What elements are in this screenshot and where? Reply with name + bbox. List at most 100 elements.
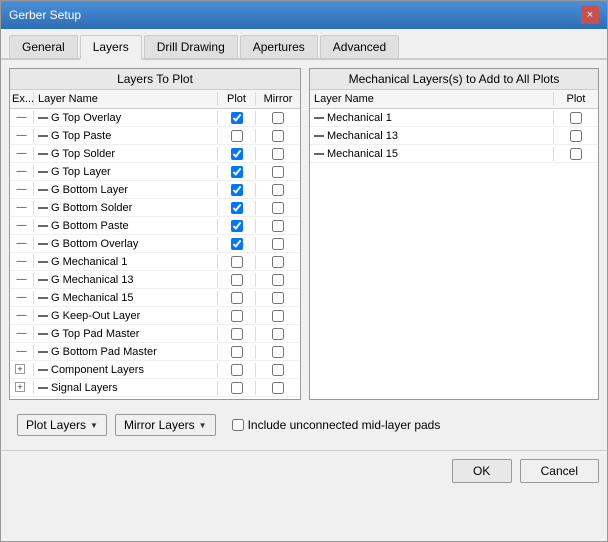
table-row[interactable]: —G Bottom Overlay <box>10 235 300 253</box>
mirror-checkbox[interactable] <box>272 256 284 268</box>
plot-checkbox[interactable] <box>231 148 243 160</box>
plot-checkbox[interactable] <box>231 274 243 286</box>
tab-general[interactable]: General <box>9 35 78 58</box>
table-row[interactable]: +Component Layers <box>10 361 300 379</box>
table-row[interactable]: —G Mechanical 13 <box>10 271 300 289</box>
mirror-checkbox[interactable] <box>272 148 284 160</box>
mirror-layers-button[interactable]: Mirror Layers ▼ <box>115 414 216 436</box>
mirror-layers-label: Mirror Layers <box>124 418 195 432</box>
table-row[interactable]: +Signal Layers <box>10 379 300 397</box>
left-panel: Layers To Plot Ex... Layer Name Plot Mir… <box>9 68 301 400</box>
tab-apertures[interactable]: Apertures <box>240 35 318 58</box>
left-col-headers: Ex... Layer Name Plot Mirror <box>10 90 300 109</box>
mirror-checkbox[interactable] <box>272 220 284 232</box>
plot-checkbox[interactable] <box>231 112 243 124</box>
expand-icon[interactable]: + <box>15 364 25 374</box>
right-panel-header: Mechanical Layers(s) to Add to All Plots <box>310 69 598 90</box>
mechanical-plot-checkbox[interactable] <box>570 130 582 142</box>
mirror-checkbox[interactable] <box>272 238 284 250</box>
right-col-plot-header: Plot <box>554 92 598 106</box>
layers-list: —G Top Overlay—G Top Paste—G Top Solder—… <box>10 109 300 399</box>
plot-checkbox[interactable] <box>231 238 243 250</box>
gerber-setup-dialog: Gerber Setup × General Layers Drill Draw… <box>0 0 608 542</box>
include-unconnected-label[interactable]: Include unconnected mid-layer pads <box>232 418 441 432</box>
plot-layers-arrow-icon: ▼ <box>90 421 98 430</box>
table-row[interactable]: —G Mechanical 1 <box>10 253 300 271</box>
layer-dash-icon <box>38 207 48 209</box>
table-row[interactable]: —G Bottom Layer <box>10 181 300 199</box>
layer-dash-icon <box>38 261 48 263</box>
plot-checkbox[interactable] <box>231 382 243 394</box>
layer-dash-icon <box>314 135 324 137</box>
mechanical-plot-checkbox[interactable] <box>570 148 582 160</box>
mechanical-layers-list: Mechanical 1Mechanical 13Mechanical 15 <box>310 109 598 163</box>
table-row[interactable]: —G Top Paste <box>10 127 300 145</box>
mechanical-plot-checkbox[interactable] <box>570 112 582 124</box>
col-ex-header: Ex... <box>10 92 34 106</box>
mirror-checkbox[interactable] <box>272 112 284 124</box>
title-bar: Gerber Setup × <box>1 1 607 29</box>
tab-drill-drawing[interactable]: Drill Drawing <box>144 35 238 58</box>
plot-checkbox[interactable] <box>231 328 243 340</box>
mirror-checkbox[interactable] <box>272 184 284 196</box>
table-row[interactable]: Mechanical 15 <box>310 145 598 163</box>
plot-checkbox[interactable] <box>231 220 243 232</box>
table-row[interactable]: —G Top Layer <box>10 163 300 181</box>
left-panel-header: Layers To Plot <box>10 69 300 90</box>
include-unconnected-checkbox[interactable] <box>232 419 244 431</box>
ok-button[interactable]: OK <box>452 459 512 483</box>
table-row[interactable]: —G Top Overlay <box>10 109 300 127</box>
mirror-checkbox[interactable] <box>272 364 284 376</box>
mirror-checkbox[interactable] <box>272 130 284 142</box>
table-row[interactable]: —G Keep-Out Layer <box>10 307 300 325</box>
layer-dash-icon <box>314 153 324 155</box>
right-col-headers: Layer Name Plot <box>310 90 598 109</box>
plot-layers-label: Plot Layers <box>26 418 86 432</box>
tab-advanced[interactable]: Advanced <box>320 35 399 58</box>
plot-checkbox[interactable] <box>231 310 243 322</box>
table-row[interactable]: —G Top Pad Master <box>10 325 300 343</box>
mirror-checkbox[interactable] <box>272 166 284 178</box>
table-row[interactable]: —G Top Solder <box>10 145 300 163</box>
plot-checkbox[interactable] <box>231 364 243 376</box>
mirror-layers-arrow-icon: ▼ <box>199 421 207 430</box>
mirror-checkbox[interactable] <box>272 202 284 214</box>
layer-dash-icon <box>38 171 48 173</box>
tab-bar: General Layers Drill Drawing Apertures A… <box>1 29 607 60</box>
layer-dash-icon <box>38 135 48 137</box>
table-row[interactable]: —G Mechanical 15 <box>10 289 300 307</box>
table-row[interactable]: Mechanical 13 <box>310 127 598 145</box>
plot-checkbox[interactable] <box>231 292 243 304</box>
plot-layers-button[interactable]: Plot Layers ▼ <box>17 414 107 436</box>
table-row[interactable]: +Electrical Layers <box>10 397 300 399</box>
plot-checkbox[interactable] <box>231 202 243 214</box>
col-name-header: Layer Name <box>34 92 218 106</box>
table-row[interactable]: —G Bottom Pad Master <box>10 343 300 361</box>
plot-checkbox[interactable] <box>231 256 243 268</box>
cancel-button[interactable]: Cancel <box>520 459 599 483</box>
mirror-checkbox[interactable] <box>272 382 284 394</box>
layer-dash-icon <box>38 243 48 245</box>
layer-dash-icon <box>38 117 48 119</box>
plot-checkbox[interactable] <box>231 346 243 358</box>
window-title: Gerber Setup <box>9 8 81 22</box>
expand-icon[interactable]: + <box>15 382 25 392</box>
table-row[interactable]: Mechanical 1 <box>310 109 598 127</box>
tab-layers[interactable]: Layers <box>80 35 142 60</box>
layer-dash-icon <box>38 387 48 389</box>
main-content: Layers To Plot Ex... Layer Name Plot Mir… <box>1 60 607 450</box>
table-row[interactable]: —G Bottom Paste <box>10 217 300 235</box>
close-button[interactable]: × <box>581 6 599 24</box>
mirror-checkbox[interactable] <box>272 292 284 304</box>
layer-dash-icon <box>38 333 48 335</box>
mirror-checkbox[interactable] <box>272 274 284 286</box>
plot-checkbox[interactable] <box>231 166 243 178</box>
mirror-checkbox[interactable] <box>272 346 284 358</box>
bottom-bar: Plot Layers ▼ Mirror Layers ▼ Include un… <box>9 408 599 442</box>
mirror-checkbox[interactable] <box>272 310 284 322</box>
layer-dash-icon <box>314 117 324 119</box>
table-row[interactable]: —G Bottom Solder <box>10 199 300 217</box>
plot-checkbox[interactable] <box>231 184 243 196</box>
plot-checkbox[interactable] <box>231 130 243 142</box>
mirror-checkbox[interactable] <box>272 328 284 340</box>
